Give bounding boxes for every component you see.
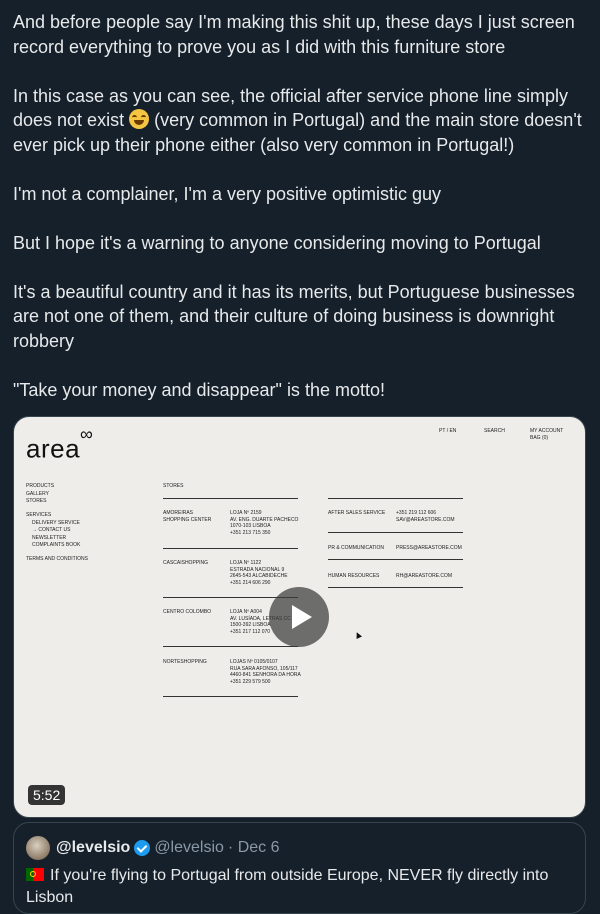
store-name: CASCAISHOPPING	[163, 560, 209, 566]
area-logo: area∞	[26, 424, 94, 464]
tweet-paragraph: In this case as you can see, the officia…	[13, 85, 582, 155]
contact-label: PR & COMMUNICATION	[328, 545, 385, 551]
video-player[interactable]: area∞ PT / EN SEARCH MY ACCOUNT BAG (0) …	[13, 416, 586, 818]
contact-label: AFTER SALES SERVICE	[328, 510, 386, 516]
contact-value: RH@AREASTORE.COM	[396, 573, 453, 579]
nav-subitem: → CONTACT US	[32, 527, 71, 533]
quoted-tweet-date[interactable]: · Dec 6	[228, 839, 280, 857]
nav-item: PRODUCTS	[26, 483, 55, 489]
store-name: NORTESHOPPING	[163, 659, 207, 665]
quoted-tweet[interactable]: @levelsio @levelsio · Dec 6 If you're fl…	[13, 822, 586, 914]
contact-value: PRESS@AREASTORE.COM	[396, 545, 462, 551]
nav-item: TERMS AND CONDITIONS	[26, 556, 88, 562]
nav-subitem: DELIVERY SERVICE	[32, 519, 80, 526]
site-left-nav: PRODUCTS GALLERY STORES SERVICES DELIVER…	[26, 483, 116, 564]
lang-switch: PT / EN	[439, 428, 457, 434]
avatar[interactable]	[26, 836, 50, 860]
stores-heading: STORES	[163, 483, 184, 489]
tweet-paragraph: It's a beautiful country and it has its …	[13, 281, 575, 351]
portugal-flag-icon	[26, 868, 44, 881]
mouse-cursor-icon	[354, 631, 362, 639]
nav-item: GALLERY	[26, 490, 49, 497]
quoted-tweet-header: @levelsio @levelsio · Dec 6	[26, 836, 280, 860]
tweet-paragraph: "Take your money and disappear" is the m…	[13, 379, 385, 400]
store-address: LOJAS Nº 0105/0107 RUA SARA AFONSO, 105/…	[230, 659, 301, 685]
nav-item: SERVICES	[26, 512, 52, 518]
play-icon	[291, 605, 312, 629]
contact-value: +351 219 112 606 SAV@AREASTORE.COM	[396, 510, 455, 523]
nav-subitem: NEWSLETTER	[32, 534, 67, 541]
nav-subitem: COMPLAINTS BOOK	[32, 542, 81, 548]
store-address: LOJA Nº 2159 AV. ENG. DUARTE PACHECO 107…	[230, 510, 299, 536]
store-address: LOJA Nº 1122 ESTRADA NACIONAL 9 2645-543…	[230, 560, 288, 586]
account-link: MY ACCOUNT BAG (0)	[530, 428, 564, 441]
tweet-paragraph: But I hope it's a warning to anyone cons…	[13, 232, 541, 253]
quoted-tweet-text: If you're flying to Portugal from outsid…	[26, 867, 549, 906]
nav-item: STORES	[26, 498, 47, 504]
quoted-author-handle[interactable]: @levelsio	[154, 839, 224, 857]
tweet-text: And before people say I'm making this sh…	[13, 10, 588, 427]
search-link: SEARCH	[484, 428, 505, 434]
store-name: AMOREIRAS SHOPPING CENTER	[163, 510, 212, 523]
play-button[interactable]	[269, 587, 329, 647]
store-name: CENTRO COLOMBO	[163, 609, 212, 615]
verified-badge-icon	[134, 840, 151, 856]
contact-label: HUMAN RESOURCES	[328, 573, 380, 579]
quoted-author-name[interactable]: @levelsio	[56, 839, 130, 857]
tweet-paragraph: And before people say I'm making this sh…	[13, 12, 575, 57]
tweet-paragraph: I'm not a complainer, I'm a very positiv…	[13, 183, 442, 204]
video-duration: 5:52	[28, 785, 66, 805]
face-with-tears-of-joy-icon	[129, 109, 150, 129]
